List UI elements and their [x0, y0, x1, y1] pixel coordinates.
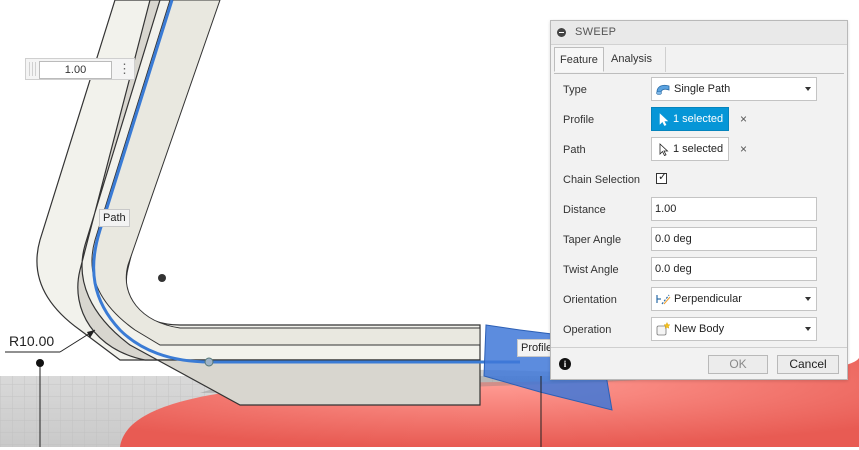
profile-select-button[interactable]: 1 selected — [651, 107, 729, 131]
operation-label: Operation — [563, 324, 612, 336]
orientation-dropdown[interactable]: Perpendicular — [651, 287, 817, 311]
tab-analysis[interactable]: Analysis — [606, 47, 666, 72]
single-path-icon — [656, 84, 670, 95]
cursor-arrow-icon — [659, 143, 669, 156]
taper-angle-input[interactable]: 0.0 deg — [651, 227, 817, 251]
perpendicular-icon — [656, 294, 671, 305]
path-select-button[interactable]: 1 selected — [651, 137, 729, 161]
center-point — [158, 274, 166, 282]
cancel-button[interactable]: Cancel — [777, 355, 839, 374]
footer-divider — [551, 347, 847, 348]
radius-dimension-label[interactable]: R10.00 — [9, 333, 54, 349]
dialog-header[interactable]: SWEEP — [551, 21, 847, 45]
distance-label: Distance — [563, 204, 606, 216]
info-icon[interactable]: i — [559, 358, 571, 370]
orientation-value: Perpendicular — [674, 293, 742, 305]
type-value: Single Path — [674, 83, 731, 95]
tab-feature[interactable]: Feature — [554, 47, 604, 72]
chevron-down-icon — [805, 297, 811, 301]
operation-dropdown[interactable]: New Body — [651, 317, 817, 341]
profile-label: Profile — [563, 114, 595, 126]
distance-manipulator[interactable]: 1.00 ⋮ — [25, 58, 135, 80]
taper-angle-value: 0.0 deg — [655, 233, 692, 245]
type-label: Type — [563, 84, 587, 96]
profile-value: 1 selected — [673, 113, 724, 125]
distance-input[interactable]: 1.00 — [651, 197, 817, 221]
path-clear-icon[interactable]: × — [740, 142, 747, 156]
path-midpoint — [204, 357, 214, 367]
more-options-icon[interactable]: ⋮ — [118, 62, 131, 76]
twist-angle-label: Twist Angle — [563, 264, 619, 276]
taper-angle-label: Taper Angle — [563, 234, 622, 246]
distance-manipulator-input[interactable]: 1.00 — [39, 61, 112, 79]
ok-button[interactable]: OK — [708, 355, 768, 374]
cursor-arrow-icon — [659, 113, 669, 126]
profile-clear-icon[interactable]: × — [740, 112, 747, 126]
sweep-dialog: SWEEP Feature Analysis Type Single Path … — [550, 20, 848, 380]
new-body-icon — [656, 322, 671, 336]
drag-grip-icon[interactable] — [29, 62, 37, 76]
tab-divider — [554, 73, 844, 74]
twist-angle-input[interactable]: 0.0 deg — [651, 257, 817, 281]
chain-selection-label: Chain Selection — [563, 174, 641, 186]
dialog-title: SWEEP — [575, 26, 617, 38]
path-value: 1 selected — [673, 143, 724, 155]
chevron-down-icon — [805, 327, 811, 331]
chevron-down-icon — [805, 87, 811, 91]
path-tag: Path — [99, 209, 130, 227]
type-dropdown[interactable]: Single Path — [651, 77, 817, 101]
chain-selection-checkbox[interactable]: ✓ — [656, 171, 668, 184]
orientation-label: Orientation — [563, 294, 617, 306]
path-label: Path — [563, 144, 586, 156]
distance-value: 1.00 — [655, 203, 677, 215]
twist-angle-value: 0.0 deg — [655, 263, 692, 275]
collapse-icon[interactable] — [557, 28, 566, 37]
checkmark-icon: ✓ — [658, 171, 668, 183]
operation-value: New Body — [674, 323, 725, 335]
radius-point — [36, 359, 44, 367]
